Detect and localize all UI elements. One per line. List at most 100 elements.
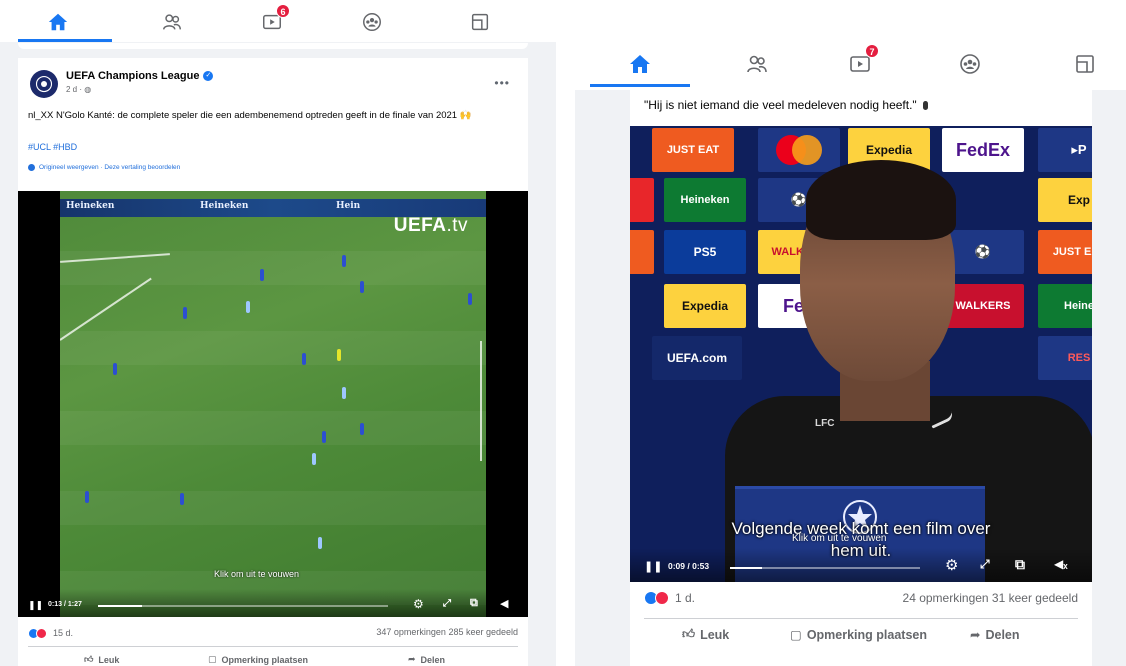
fullscreen-icon[interactable]: ⤢ (980, 557, 990, 572)
player-marker (302, 353, 306, 365)
volume-icon[interactable]: ◀ (500, 597, 508, 610)
player-marker (318, 537, 322, 549)
feed-gutter (1092, 90, 1126, 666)
nav-gaming[interactable] (1030, 50, 1126, 78)
nav-watch[interactable]: 7 (805, 44, 915, 78)
share-icon: ➦ (408, 654, 416, 664)
microphone-icon (922, 100, 928, 110)
ad-board-text: Heineken (66, 201, 115, 211)
translation-link[interactable]: Origineel weergeven · Deze vertaling beo… (39, 164, 180, 171)
uefa-tv-watermark: UEFA.tv (394, 215, 468, 237)
expand-overlay-text[interactable]: Klik om uit te vouwen (792, 533, 887, 544)
top-nav: 7 (575, 40, 1126, 88)
player-marker (322, 431, 326, 443)
post-meta: 2 d · ◍ (66, 85, 91, 94)
sponsor-tile: Expedia (664, 284, 746, 328)
nav-groups[interactable] (915, 50, 1025, 78)
sponsor-tile: ▸P (1038, 128, 1092, 172)
player-marker (183, 307, 187, 319)
ad-board-text: Heineken (200, 201, 249, 211)
settings-gear-icon[interactable]: ⚙ (945, 556, 958, 574)
comment-label: Opmerking plaatsen (806, 627, 927, 642)
sponsor-tile: UEFA.com (652, 336, 742, 380)
fullscreen-icon[interactable]: ⤢ (443, 598, 451, 609)
nav-home[interactable] (585, 50, 695, 78)
like-label: Leuk (700, 627, 730, 642)
post-hashtags[interactable]: #UCL #HBD (28, 142, 77, 152)
picture-in-picture-icon[interactable]: ⧉ (1015, 556, 1025, 573)
watermark-suffix: .tv (446, 215, 468, 236)
watch-badge: 6 (276, 4, 290, 18)
nav-gaming[interactable] (430, 8, 530, 36)
post-stats[interactable]: 24 opmerkingen 31 keer gedeeld (903, 591, 1078, 605)
actions-divider (644, 618, 1078, 619)
expand-overlay-text[interactable]: Klik om uit te vouwen (214, 569, 299, 579)
page-name[interactable]: UEFA Champions League ✓ (66, 70, 214, 82)
nav-groups[interactable] (322, 8, 422, 36)
comment-icon: ▢ (790, 628, 802, 642)
like-button[interactable]: 👍︎ Leuk (84, 654, 119, 665)
like-button[interactable]: 👍︎ Leuk (682, 627, 729, 642)
player-marker (246, 301, 250, 313)
more-options-icon[interactable]: ••• (494, 76, 510, 90)
reactions-summary[interactable]: 1 d. (644, 591, 695, 605)
groups-icon (363, 13, 381, 31)
sponsor-tile: Heine (1038, 284, 1092, 328)
love-reaction-icon (655, 591, 669, 605)
settings-gear-icon[interactable]: ⚙ (413, 597, 424, 611)
home-icon (48, 13, 68, 31)
sponsor-tile: rs (630, 178, 654, 222)
comment-button[interactable]: ▢ Opmerking plaatsen (208, 654, 308, 665)
volume-muted-icon[interactable]: ◀ₓ (1054, 557, 1068, 571)
watch-badge: 7 (865, 44, 879, 58)
friends-icon (747, 55, 767, 73)
pause-icon[interactable]: ❚❚ (28, 600, 43, 611)
video-scrubber[interactable] (98, 605, 388, 607)
actions-divider (28, 646, 518, 647)
friends-icon (163, 14, 181, 30)
reactions-summary[interactable]: 15 d. (28, 626, 73, 640)
feed-gutter (575, 90, 630, 666)
post-quote: "Hij is niet iemand die veel medeleven n… (644, 98, 928, 112)
share-button[interactable]: ➦ Delen (408, 654, 445, 665)
player-marker (312, 453, 316, 465)
lfc-crest-icon: LFC (815, 418, 835, 429)
nav-active-indicator (590, 84, 690, 87)
nav-friends[interactable] (122, 8, 222, 36)
share-button[interactable]: ➦ Delen (970, 627, 1020, 643)
comment-icon: ▢ (208, 654, 217, 664)
picture-in-picture-icon[interactable]: ⧉ (470, 597, 478, 610)
pitch-stripe (60, 411, 486, 445)
sponsor-tile (758, 128, 840, 172)
pitch-stripe (60, 331, 486, 365)
video-time: 0:09 / 0:53 (668, 561, 710, 571)
player-marker (360, 281, 364, 293)
post-stats[interactable]: 347 opmerkingen 285 keer gedeeld (376, 627, 518, 637)
pause-icon[interactable]: ❚❚ (644, 560, 662, 573)
page-avatar[interactable] (30, 70, 58, 98)
sponsor-tile: Heineken (664, 178, 746, 222)
pitch-line (480, 341, 482, 461)
reaction-count: 15 d. (53, 628, 74, 638)
player-marker (342, 387, 346, 399)
right-facebook-feed: 7 "Hij is niet iemand die veel medeleven… (575, 0, 1126, 666)
comment-button[interactable]: ▢ Opmerking plaatsen (790, 627, 927, 643)
post-card: UEFA Champions League ✓ 2 d · ◍ ••• nl_X… (18, 58, 528, 666)
champions-league-logo-icon (35, 75, 53, 93)
video-player[interactable]: Heineken Heineken Hein UEFA.tv Klik om u… (18, 191, 528, 617)
composite-screenshot: 6 UEFA Champions League ✓ 2 d · ◍ ••• nl… (0, 0, 1126, 666)
player-marker (113, 363, 117, 375)
quote-text: "Hij is niet iemand die veel medeleven n… (644, 98, 917, 112)
post-time[interactable]: 2 d · (66, 85, 84, 94)
player-marker (85, 491, 89, 503)
nav-friends[interactable] (702, 50, 812, 78)
thumbs-up-icon: 👍︎ (84, 654, 94, 664)
video-scrubber-fill (98, 605, 142, 607)
reaction-icons (644, 591, 669, 605)
nav-home[interactable] (8, 8, 108, 36)
home-icon (630, 55, 650, 73)
translation-bar[interactable]: Origineel weergeven · Deze vertaling beo… (28, 164, 180, 171)
page-name-text[interactable]: UEFA Champions League (66, 70, 199, 82)
nav-watch[interactable]: 6 (222, 4, 322, 36)
video-player[interactable]: JUST EAT Expedia FedEx ▸P rs Heineken ⚽ … (630, 126, 1092, 582)
